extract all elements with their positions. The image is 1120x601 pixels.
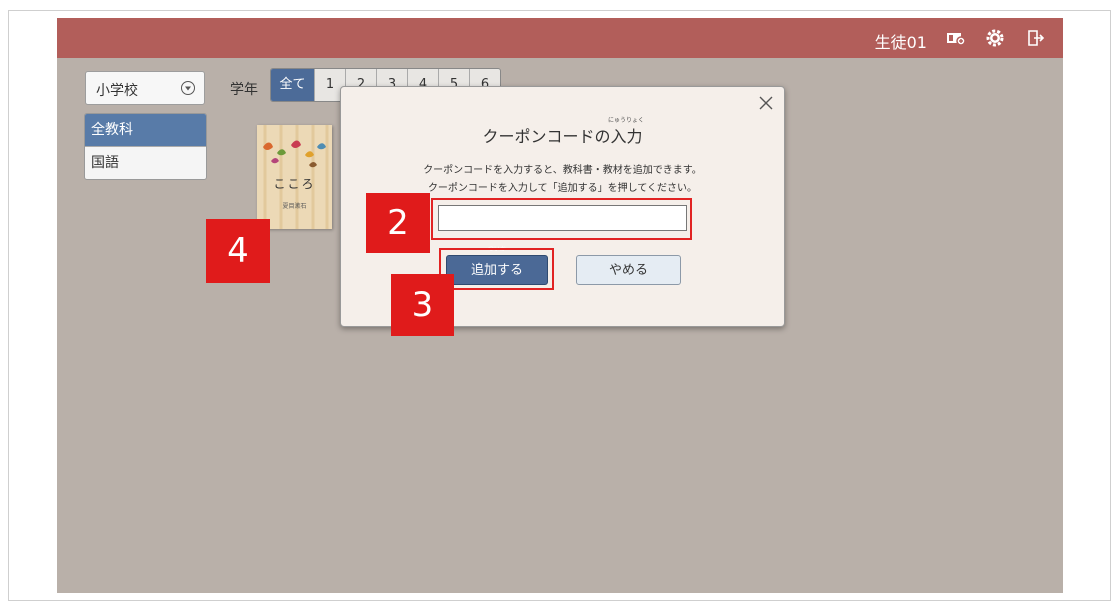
chevron-down-icon	[181, 81, 195, 95]
user-name: 生徒01	[874, 33, 927, 52]
header-bar: 生徒01	[57, 18, 1063, 58]
step-marker-4: 4	[206, 219, 270, 283]
dialog-instruction-1: クーポンコードを入力すると、教科書・教材を追加できます。	[423, 165, 702, 176]
dialog-title: クーポンコードの入力	[482, 127, 643, 146]
highlight-add-button	[439, 248, 554, 290]
gear-icon[interactable]	[985, 28, 1005, 48]
sidebar-item-all-subjects[interactable]: 全教科	[85, 114, 206, 147]
close-icon[interactable]	[758, 95, 774, 111]
subject-list: 全教科 国語	[84, 113, 207, 180]
logout-icon[interactable]	[1025, 28, 1045, 48]
book-cover[interactable]: こころ 夏目漱石	[257, 125, 332, 229]
step-marker-3: 3	[391, 274, 454, 336]
highlight-coupon-input	[431, 198, 692, 240]
book-title: こころ	[273, 177, 316, 191]
school-level-select[interactable]: 小学校	[85, 71, 205, 105]
book-icon[interactable]	[946, 28, 966, 48]
dialog-instruction-2: クーポンコードを入力して「追加する」を押してください。	[427, 183, 698, 194]
grade-label: 学年	[230, 82, 258, 98]
book-author: 夏目漱石	[282, 203, 307, 210]
step-marker-2: 2	[366, 193, 430, 253]
sidebar-item-japanese[interactable]: 国語	[85, 147, 206, 179]
school-level-label: 小学校	[96, 83, 138, 99]
grade-tab-all[interactable]: 全て	[271, 69, 314, 101]
cancel-button[interactable]: やめる	[576, 255, 681, 285]
